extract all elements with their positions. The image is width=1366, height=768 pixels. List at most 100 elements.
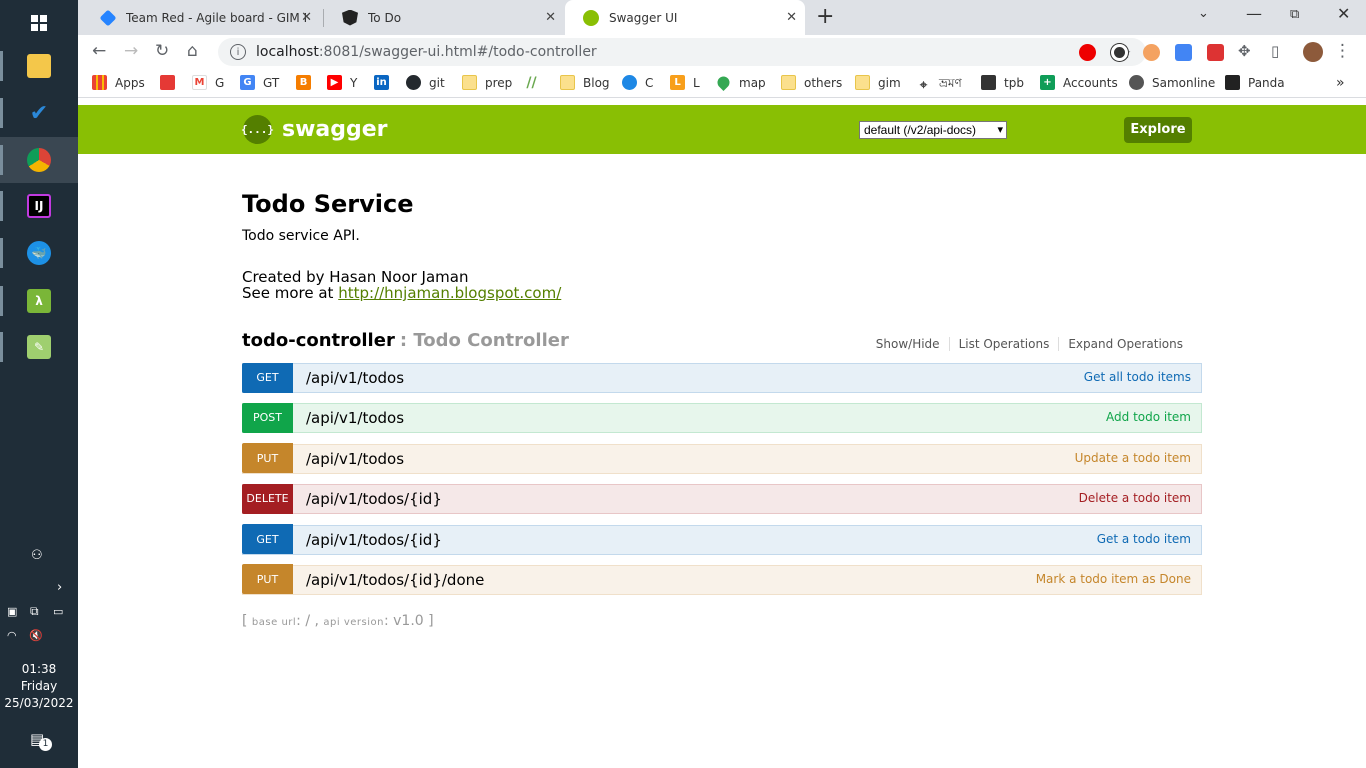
intellij-icon[interactable]: IJ: [0, 183, 78, 229]
notepad-icon[interactable]: ✎: [0, 324, 78, 370]
meet-now-icon[interactable]: ▣: [7, 605, 17, 618]
operation-summary[interactable]: Get a todo item: [1097, 532, 1191, 546]
people-icon[interactable]: ⚇: [31, 548, 43, 563]
bookmark-git[interactable]: git: [406, 75, 445, 90]
chevron-right-icon[interactable]: ›: [57, 580, 62, 595]
bookmark-gmail[interactable]: MG: [192, 75, 224, 90]
bookmark-map[interactable]: map: [715, 74, 766, 91]
home-icon[interactable]: ⌂: [187, 41, 198, 61]
chrome-icon[interactable]: [0, 137, 78, 183]
operation-row[interactable]: GET /api/v1/todos/{id} Get a todo item: [242, 524, 1202, 555]
menu-icon[interactable]: ⋮: [1334, 41, 1351, 61]
bookmark-tpb[interactable]: tpb: [981, 75, 1024, 90]
window-close-icon[interactable]: ✕: [1337, 4, 1350, 23]
bookmark-gim[interactable]: gim: [855, 75, 901, 90]
close-icon[interactable]: ✕: [545, 10, 556, 25]
restore-icon[interactable]: ⧉: [1290, 7, 1299, 22]
controller-name[interactable]: todo-controller: [242, 330, 395, 351]
forward-icon[interactable]: →: [124, 41, 138, 61]
bookmark-youtube[interactable]: ▶ Y: [327, 75, 357, 90]
close-icon[interactable]: ✕: [301, 10, 312, 25]
swagger-logo[interactable]: {...} swagger: [241, 115, 388, 144]
taskbar-clock[interactable]: 01:38 Friday 25/03/2022: [0, 661, 78, 712]
close-icon[interactable]: ✕: [786, 10, 797, 25]
bookmark-c[interactable]: C: [622, 75, 653, 90]
back-icon[interactable]: ←: [92, 41, 106, 61]
tab-to-do[interactable]: To Do ✕: [324, 0, 564, 35]
tab-agile-board[interactable]: Team Red - Agile board - GIM En ✕: [82, 0, 320, 35]
bookmarks-bar: Apps অ MG GGT B ▶Y in git prep // Blog C…: [78, 69, 1366, 98]
screen-icon[interactable]: ⧉: [30, 604, 39, 619]
explore-button[interactable]: Explore: [1124, 117, 1192, 143]
speaker-muted-icon[interactable]: 🔇: [29, 629, 43, 642]
operation-summary[interactable]: Delete a todo item: [1079, 491, 1191, 505]
tab-search-icon[interactable]: ⌄: [1198, 6, 1209, 21]
tab-title: To Do: [368, 10, 402, 25]
side-panel-icon[interactable]: ▯: [1271, 42, 1279, 60]
address-bar[interactable]: i localhost:8081/swagger-ui.html#/todo-c…: [218, 38, 1146, 66]
api-spec-select[interactable]: default (/v2/api-docs): [859, 121, 1007, 139]
bookmarks-overflow-icon[interactable]: »: [1336, 75, 1345, 91]
bookmark-blogger[interactable]: B: [296, 75, 319, 90]
puzzle-icon[interactable]: ✥: [1238, 42, 1251, 60]
extension-badge-icon[interactable]: [1207, 44, 1224, 61]
bookmark-accounts[interactable]: + Accounts: [1040, 75, 1118, 90]
bookmark-others[interactable]: others: [781, 75, 842, 90]
operation-path[interactable]: /api/v1/todos/{id}: [306, 531, 442, 549]
bookmark-blog[interactable]: Blog: [560, 75, 610, 90]
page-title: Todo Service: [242, 190, 414, 218]
reload-icon[interactable]: ↻: [155, 41, 169, 61]
bookmark-panda[interactable]: Panda: [1225, 75, 1285, 90]
bookmark-gt[interactable]: G GT: [240, 75, 279, 90]
avatar[interactable]: [1303, 42, 1323, 62]
operation-path[interactable]: /api/v1/todos: [306, 369, 404, 387]
new-tab-icon[interactable]: +: [816, 4, 834, 29]
google-translate-icon[interactable]: [1175, 44, 1192, 61]
operation-path[interactable]: /api/v1/todos/{id}/done: [306, 571, 484, 589]
operation-row[interactable]: POST /api/v1/todos Add todo item: [242, 402, 1202, 434]
docker-icon[interactable]: 🐳: [0, 230, 78, 276]
expand-operations-link[interactable]: Expand Operations: [1058, 337, 1192, 351]
operation-summary[interactable]: Mark a todo item as Done: [1036, 572, 1191, 586]
list-operations-link[interactable]: List Operations: [948, 337, 1059, 351]
windows-start-icon[interactable]: [0, 0, 78, 46]
operation-row[interactable]: PUT /api/v1/todos/{id}/done Mark a todo …: [242, 564, 1202, 595]
gmail-icon: M: [192, 75, 207, 90]
minimize-icon[interactable]: —: [1246, 4, 1262, 23]
bookmark-linkedin[interactable]: in: [374, 75, 397, 90]
notification-icon[interactable]: ▤ 1: [30, 730, 52, 751]
swagger-logo-icon: {...}: [241, 115, 274, 144]
bookmark-travel[interactable]: ⌖ ভ্রমণ: [916, 75, 962, 95]
bookmark-l[interactable]: LL: [670, 75, 700, 90]
show-hide-link[interactable]: Show/Hide: [867, 337, 949, 351]
operation-path[interactable]: /api/v1/todos: [306, 450, 404, 468]
slash-icon: //: [526, 74, 537, 91]
lambda-app-icon[interactable]: λ: [0, 278, 78, 324]
operation-row[interactable]: GET /api/v1/todos Get all todo items: [242, 362, 1202, 393]
operation-summary[interactable]: Update a todo item: [1075, 451, 1191, 465]
base-url-label: base url: [251, 617, 297, 628]
adblock-icon[interactable]: [1079, 44, 1096, 61]
globe-icon: [1129, 75, 1144, 90]
operation-row[interactable]: DELETE /api/v1/todos/{id} Delete a todo …: [242, 483, 1202, 515]
todo-app-icon[interactable]: ✔: [0, 90, 78, 136]
operation-summary[interactable]: Add todo item: [1106, 410, 1191, 424]
battery-icon[interactable]: ▭: [53, 605, 63, 618]
bookmark-slash[interactable]: //: [524, 74, 547, 91]
tab-swagger-ui[interactable]: Swagger UI ✕: [565, 0, 805, 35]
maps-icon: [715, 74, 732, 91]
operation-path[interactable]: /api/v1/todos/{id}: [306, 490, 442, 508]
bookmark-samonline[interactable]: Samonline: [1129, 75, 1215, 90]
extension-face-icon[interactable]: [1143, 44, 1160, 61]
operation-row[interactable]: PUT /api/v1/todos Update a todo item: [242, 443, 1202, 474]
file-explorer-icon[interactable]: [0, 43, 78, 89]
wifi-icon[interactable]: ◠: [7, 629, 17, 642]
blog-link[interactable]: http://hnjaman.blogspot.com/: [338, 284, 561, 302]
bookmark-bengali[interactable]: অ: [160, 75, 183, 90]
extension-circle-icon[interactable]: [1111, 44, 1128, 61]
operation-summary[interactable]: Get all todo items: [1084, 370, 1191, 384]
bookmark-prep[interactable]: prep: [462, 75, 512, 90]
operation-path[interactable]: /api/v1/todos: [306, 409, 404, 427]
site-info-icon[interactable]: i: [230, 44, 246, 60]
bookmark-apps[interactable]: Apps: [92, 75, 145, 90]
